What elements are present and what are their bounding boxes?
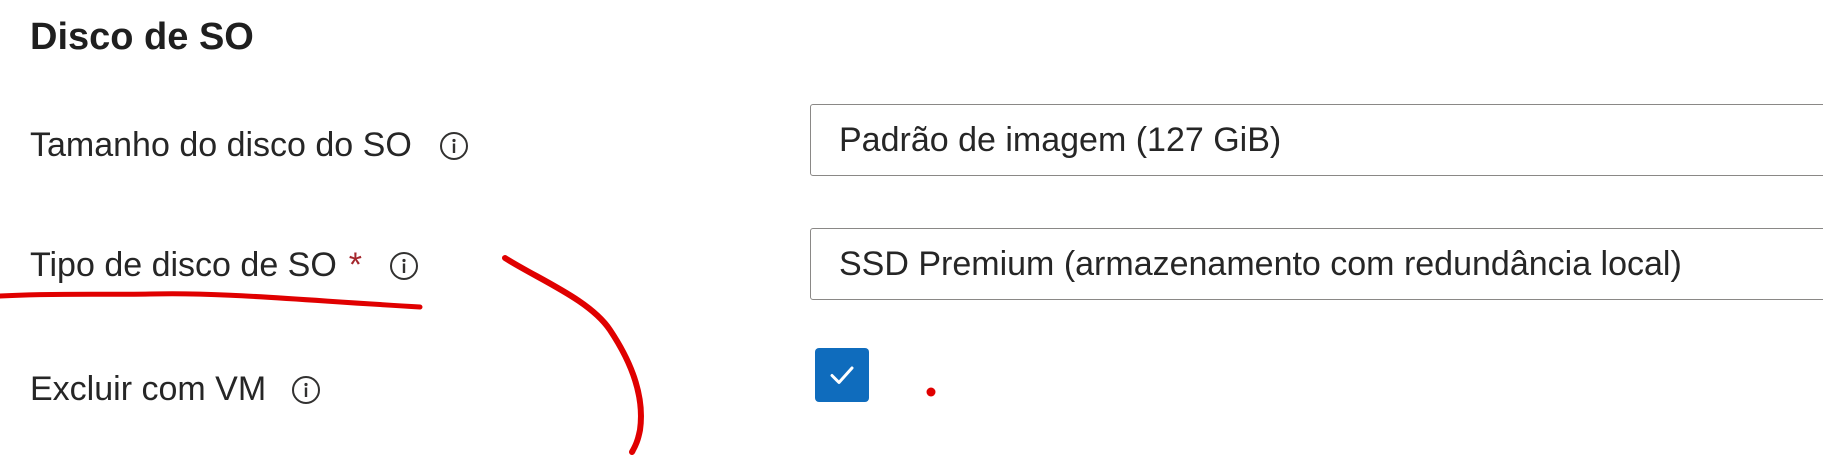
section-title: Disco de SO bbox=[30, 16, 254, 58]
info-icon[interactable] bbox=[290, 374, 322, 406]
delete-with-vm-checkbox[interactable] bbox=[815, 348, 869, 402]
os-disk-size-dropdown[interactable]: Padrão de imagem (127 GiB) bbox=[810, 104, 1823, 176]
delete-with-vm-label-row: Excluir com VM bbox=[30, 370, 322, 409]
os-disk-type-label-row: Tipo de disco de SO * bbox=[30, 246, 420, 285]
os-disk-size-label: Tamanho do disco do SO bbox=[30, 126, 412, 164]
os-disk-type-dropdown[interactable]: SSD Premium (armazenamento com redundânc… bbox=[810, 228, 1823, 300]
os-disk-size-label-row: Tamanho do disco do SO bbox=[30, 126, 470, 165]
info-icon[interactable] bbox=[388, 250, 420, 282]
red-dot-annotation bbox=[926, 387, 936, 397]
os-disk-section: Disco de SO Tamanho do disco do SO Padrã… bbox=[0, 0, 1823, 455]
red-underline-annotation bbox=[0, 291, 423, 310]
delete-with-vm-label: Excluir com VM bbox=[30, 370, 267, 408]
os-disk-type-label: Tipo de disco de SO bbox=[30, 246, 337, 284]
checkmark-icon bbox=[830, 366, 854, 384]
required-marker: * bbox=[348, 246, 363, 284]
info-icon[interactable] bbox=[438, 130, 470, 162]
red-curve-annotation bbox=[502, 255, 644, 455]
